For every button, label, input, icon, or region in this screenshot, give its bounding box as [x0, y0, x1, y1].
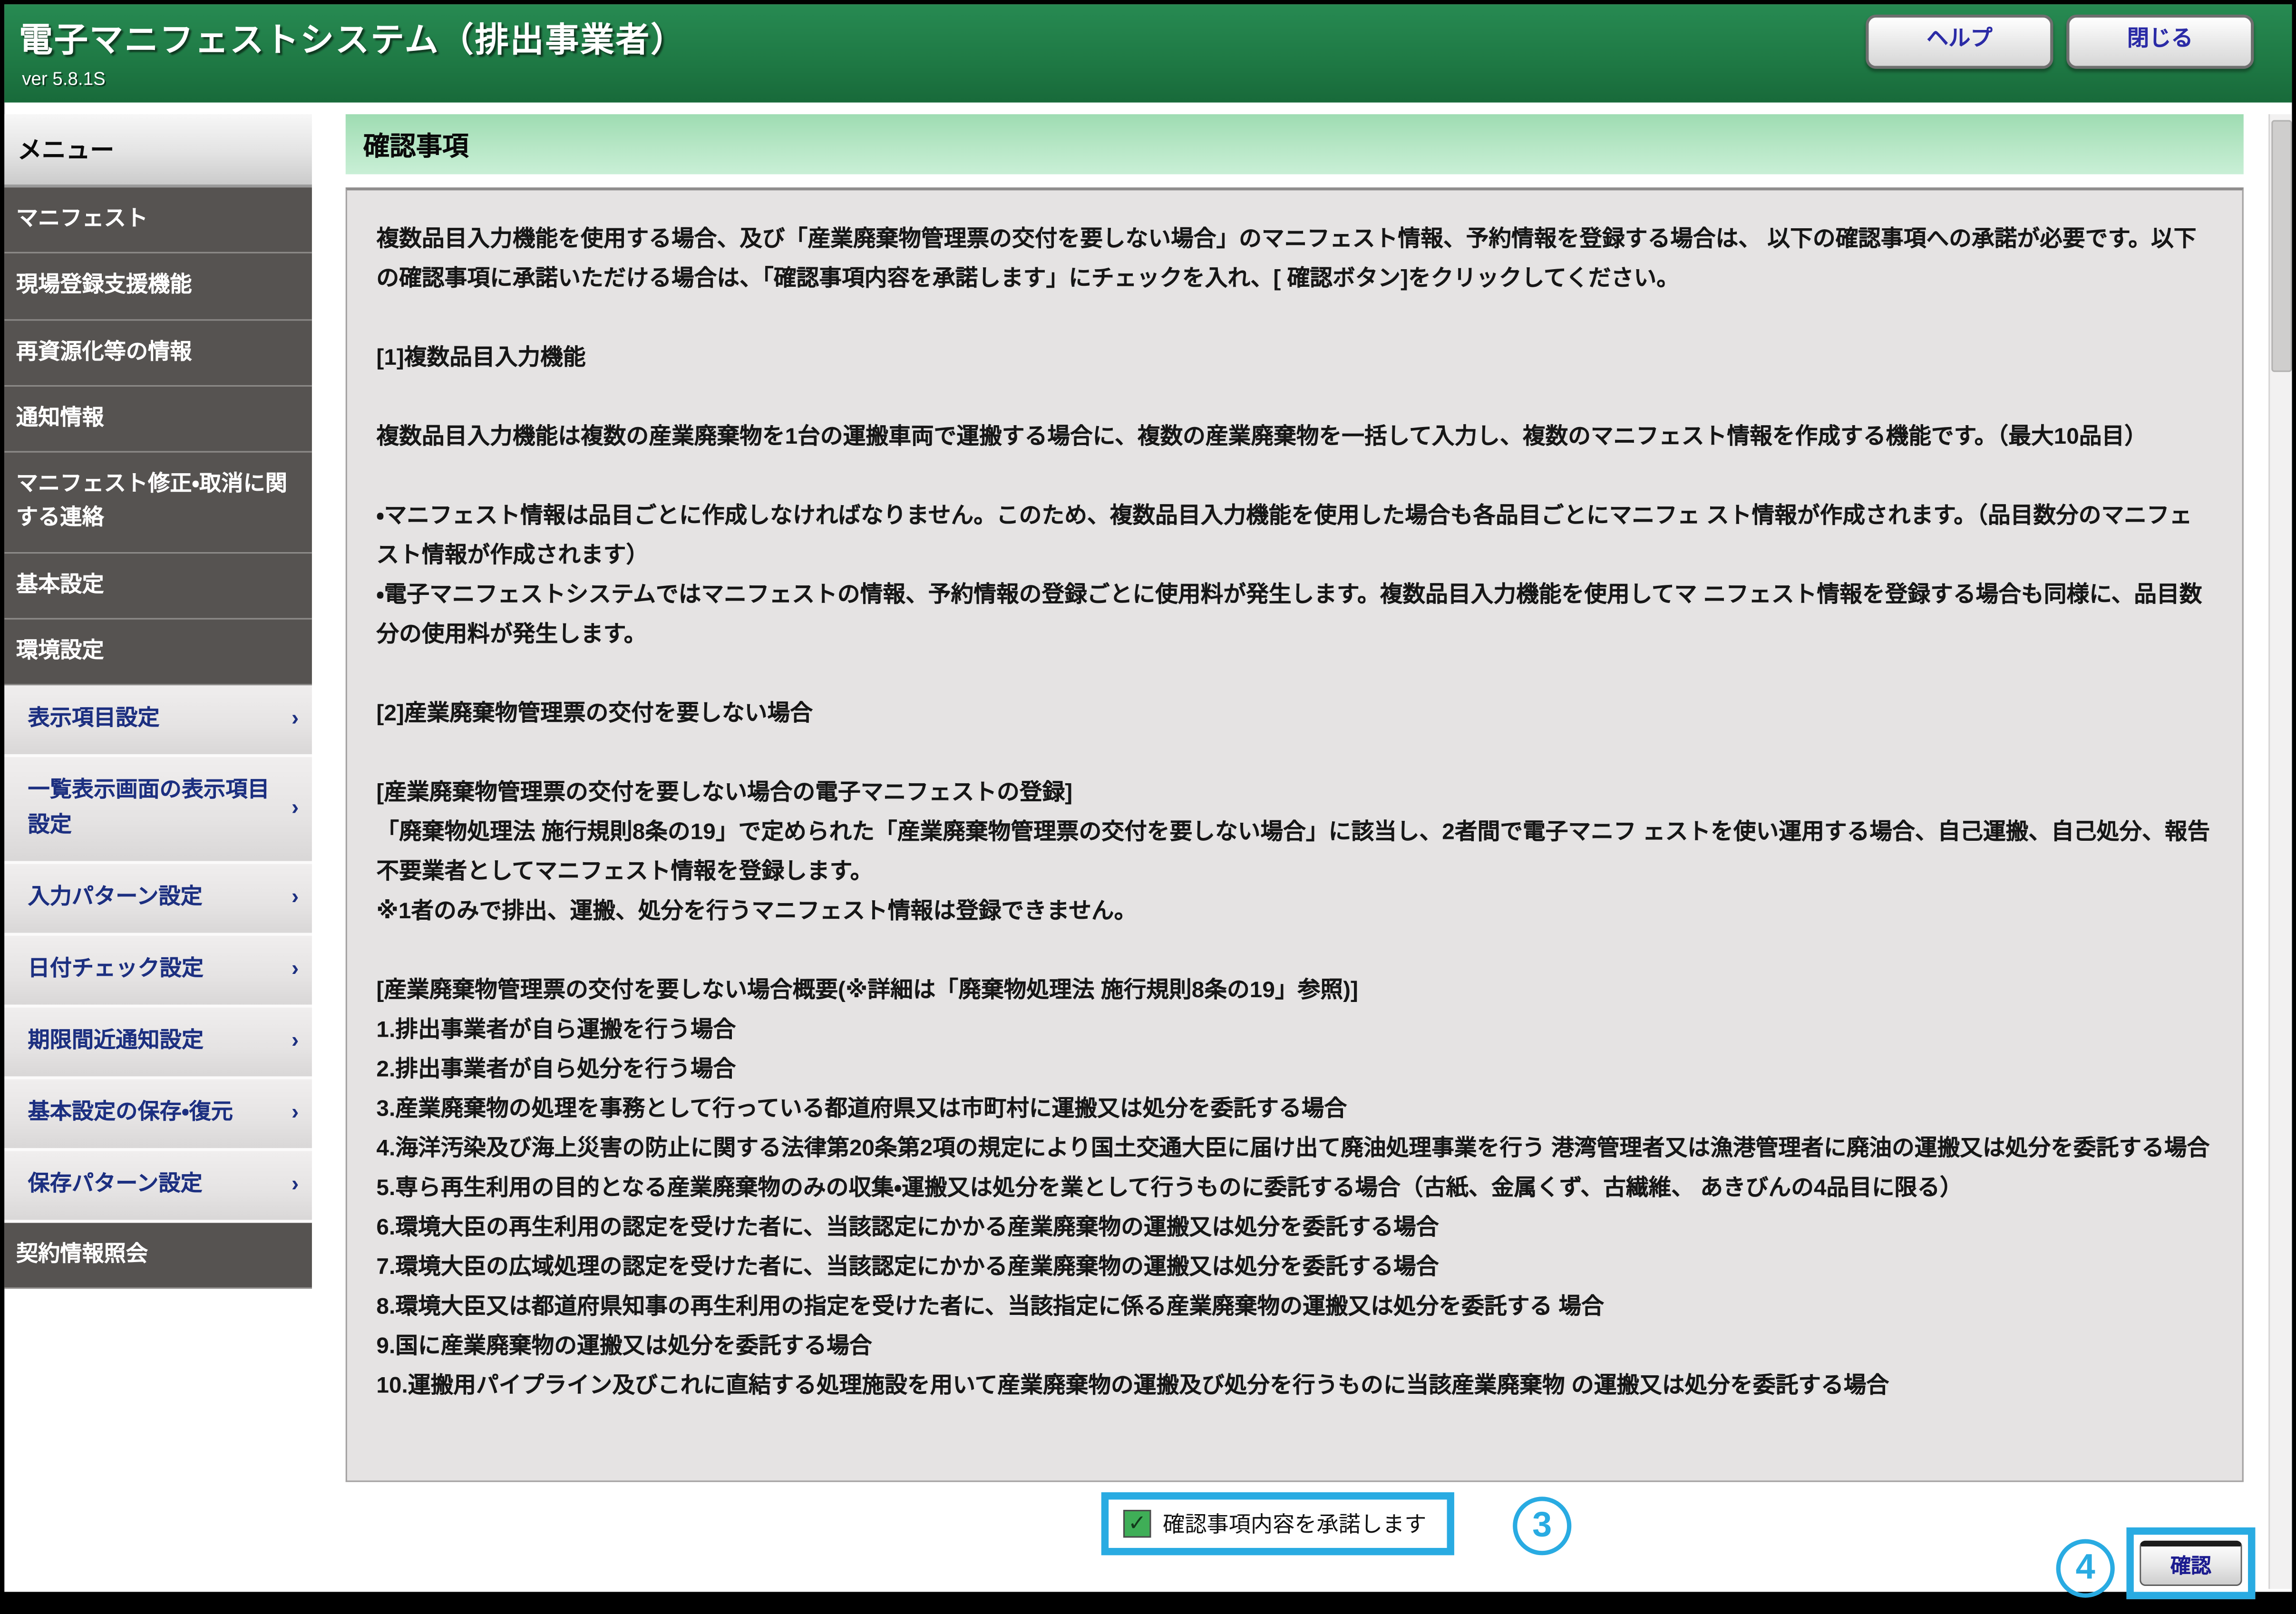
overview-item-5: 5.専ら再生利用の目的となる産業廃棄物のみの収集・運搬又は処分を業として行うもの…: [376, 1168, 2213, 1208]
overview-item-2: 2.排出事業者が自ら処分を行う場合: [376, 1050, 2213, 1089]
section2-heading: [2]産業廃棄物管理票の交付を要しない場合: [376, 694, 2213, 734]
sidebar-item-environment-settings[interactable]: 環境設定: [4, 619, 312, 685]
overview-item-10: 10.運搬用パイプライン及びこれに直結する処理施設を用いて産業廃棄物の運搬及び処…: [376, 1366, 2213, 1406]
section1-paragraph: 複数品目入力機能は複数の産業廃棄物を1台の運搬車両で運搬する場合に、複数の産業廃…: [376, 418, 2213, 457]
section2-registration-title: [産業廃棄物管理票の交付を要しない場合の電子マニフェストの登録]: [376, 773, 2213, 813]
section1-bullet1: ・マニフェスト情報は品目ごとに作成しなければなりません。このため、複数品目入力機…: [376, 496, 2213, 575]
sidebar-subitem-deadline-notice[interactable]: 期限間近通知設定 ›: [4, 1008, 312, 1079]
overview-item-1: 1.排出事業者が自ら運搬を行う場合: [376, 1011, 2213, 1050]
chevron-right-icon: ›: [292, 1095, 299, 1130]
chevron-right-icon: ›: [292, 701, 299, 736]
section2-registration-note: ※1者のみで排出、運搬、処分を行うマニフェスト情報は登録できません。: [376, 892, 2213, 931]
app-version: ver 5.8.1S: [22, 69, 105, 89]
sidebar-subitem-label: 一覧表示画面の表示項目設定: [28, 778, 270, 837]
sidebar-subitem-settings-backup[interactable]: 基本設定の保存・復元 ›: [4, 1079, 312, 1151]
intro-paragraph: 複数品目入力機能を使用する場合、及び「産業廃棄物管理票の交付を要しない場合」のマ…: [376, 220, 2213, 299]
confirm-button[interactable]: 確認: [2140, 1541, 2242, 1586]
sidebar-subitem-label: 入力パターン設定: [28, 885, 203, 909]
agree-checkbox-row[interactable]: ✓ 確認事項内容を承諾します: [1101, 1492, 1454, 1555]
overview-item-7: 7.環境大臣の広域処理の認定を受けた者に、当該認定にかかる産業廃棄物の運搬又は処…: [376, 1248, 2213, 1287]
step-4-annotation: 4: [2056, 1539, 2115, 1598]
overview-item-6: 6.環境大臣の再生利用の認定を受けた者に、当該認定にかかる産業廃棄物の運搬又は処…: [376, 1208, 2213, 1248]
app-window: 電子マニフェストシステム（排出事業者） ver 5.8.1S ヘルプ 閉じる メ…: [4, 4, 2292, 1592]
step-3-annotation: 3: [1513, 1497, 1571, 1555]
sidebar-item-contract-info[interactable]: 契約情報照会: [4, 1223, 312, 1289]
sidebar-subitem-list-display-items[interactable]: 一覧表示画面の表示項目設定 ›: [4, 757, 312, 864]
sidebar-subitem-display-items[interactable]: 表示項目設定 ›: [4, 685, 312, 757]
chevron-right-icon: ›: [292, 1167, 299, 1202]
vertical-scrollbar[interactable]: [2268, 114, 2292, 1589]
close-button[interactable]: 閉じる: [2066, 15, 2254, 69]
sidebar-item-notification[interactable]: 通知情報: [4, 386, 312, 452]
chevron-right-icon: ›: [292, 1023, 299, 1058]
sidebar-subitem-input-pattern[interactable]: 入力パターン設定 ›: [4, 864, 312, 936]
sidebar-subitem-label: 保存パターン設定: [28, 1172, 203, 1196]
agree-checkbox[interactable]: ✓: [1123, 1510, 1151, 1538]
screenshot-page: 電子マニフェストシステム（排出事業者） ver 5.8.1S ヘルプ 閉じる メ…: [0, 0, 2296, 1614]
sidebar-item-recycling-info[interactable]: 再資源化等の情報: [4, 320, 312, 386]
sidebar-subitem-save-pattern[interactable]: 保存パターン設定 ›: [4, 1151, 312, 1223]
sidebar-item-manifest[interactable]: マニフェスト: [4, 187, 312, 253]
page-title: 確認事項: [363, 126, 469, 164]
sidebar-subitem-label: 基本設定の保存・復元: [28, 1100, 233, 1125]
sidebar-item-site-registration[interactable]: 現場登録支援機能: [4, 254, 312, 320]
section1-bullet2: ・電子マニフェストシステムではマニフェストの情報、予約情報の登録ごとに使用料が発…: [376, 575, 2213, 654]
app-title: 電子マニフェストシステム（排出事業者）: [19, 12, 686, 62]
overview-item-9: 9.国に産業廃棄物の運搬又は処分を委託する場合: [376, 1327, 2213, 1366]
sidebar-header: メニュー: [4, 114, 312, 187]
sidebar-subitem-label: 期限間近通知設定: [28, 1028, 204, 1053]
chevron-right-icon: ›: [292, 879, 299, 914]
chevron-right-icon: ›: [292, 790, 299, 826]
section1-heading: [1]複数品目入力機能: [376, 338, 2213, 378]
confirmation-text-panel: 複数品目入力機能を使用する場合、及び「産業廃棄物管理票の交付を要しない場合」のマ…: [346, 187, 2244, 1482]
scrollbar-thumb[interactable]: [2271, 120, 2292, 372]
sidebar-subitem-date-check[interactable]: 日付チェック設定 ›: [4, 936, 312, 1008]
help-button[interactable]: ヘルプ: [1866, 15, 2053, 69]
agree-checkbox-label: 確認事項内容を承諾します: [1163, 1508, 1426, 1539]
sidebar-menu: メニュー マニフェスト 現場登録支援機能 再資源化等の情報 通知情報 マニフェス…: [4, 114, 312, 1289]
section2-registration-body: 「廃棄物処理法 施行規則8条の19」で定められた「産業廃棄物管理票の交付を要しな…: [376, 813, 2213, 892]
page-title-bar: 確認事項: [346, 114, 2244, 174]
sidebar-subitem-label: 日付チェック設定: [28, 956, 204, 981]
overview-item-3: 3.産業廃棄物の処理を事務として行っている都道府県又は市町村に運搬又は処分を委託…: [376, 1089, 2213, 1129]
sidebar-subitem-label: 表示項目設定: [28, 706, 160, 730]
sidebar-item-basic-settings[interactable]: 基本設定: [4, 553, 312, 619]
confirm-button-annotation: 確認: [2126, 1527, 2255, 1599]
sidebar-item-correction-contact[interactable]: マニフェスト修正・取消に関する連絡: [4, 453, 312, 553]
overview-item-4: 4.海洋汚染及び海上災害の防止に関する法律第20条第2項の規定により国土交通大臣…: [376, 1129, 2213, 1168]
overview-item-8: 8.環境大臣又は都道府県知事の再生利用の指定を受けた者に、当該指定に係る産業廃棄…: [376, 1287, 2213, 1327]
overview-title: [産業廃棄物管理票の交付を要しない場合概要(※詳細は「廃棄物処理法 施行規則8条…: [376, 971, 2213, 1011]
chevron-right-icon: ›: [292, 951, 299, 986]
app-header: 電子マニフェストシステム（排出事業者） ver 5.8.1S ヘルプ 閉じる: [4, 4, 2292, 102]
